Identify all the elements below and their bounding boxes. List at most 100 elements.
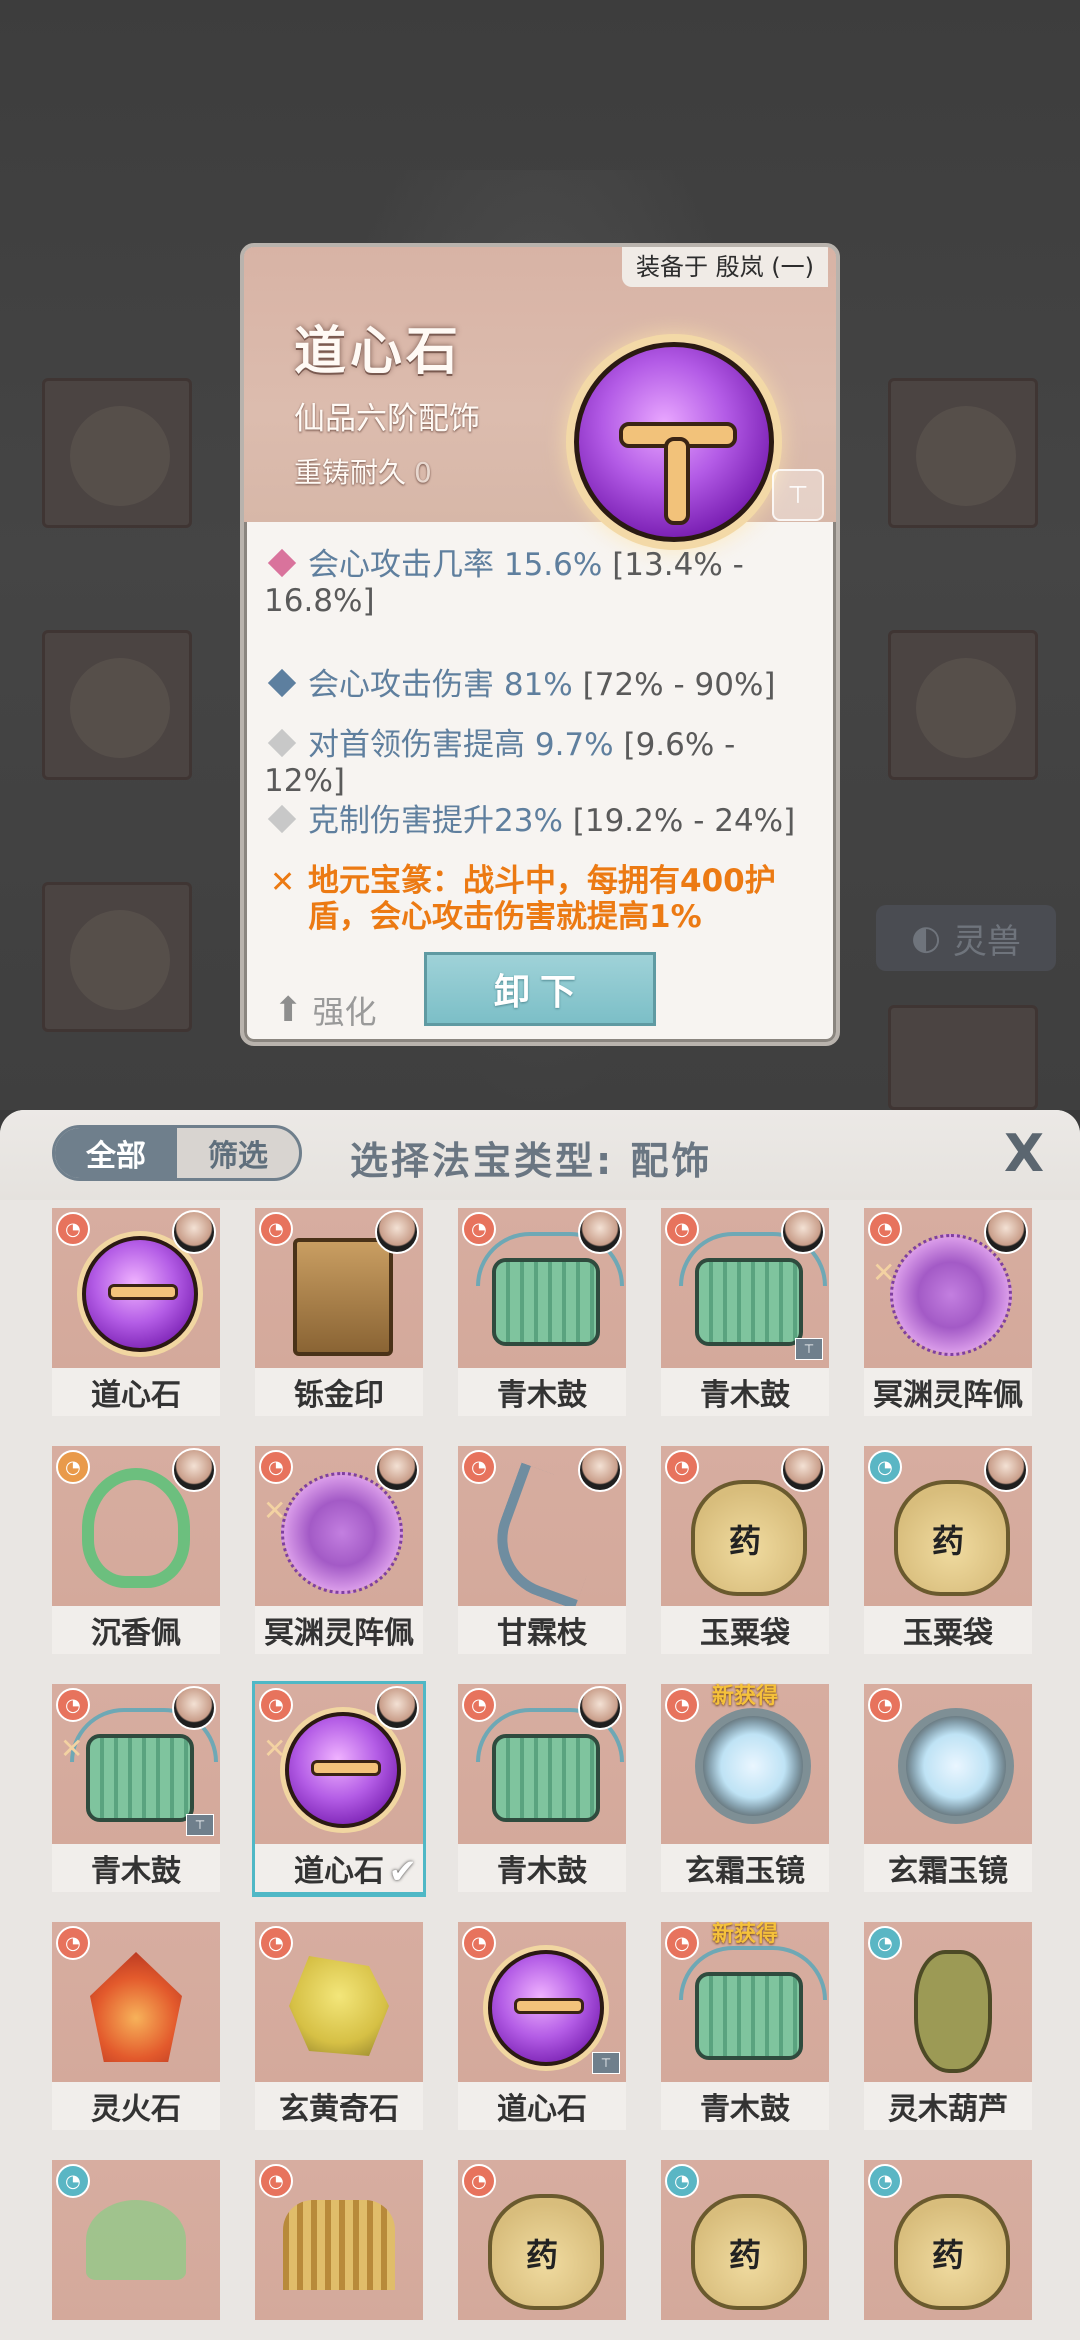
item-tile[interactable]: ◔ 新获得 玄霜玉镜 [661,1684,829,1894]
item-tile[interactable]: ◔ ✕ 冥渊灵阵佩 [255,1446,423,1656]
owner-avatar [781,1448,825,1492]
item-tile[interactable]: ◔ 灵火石 [52,1922,220,2132]
lock-icon[interactable]: ⊤ [772,469,824,521]
set-effect-text: 地元宝篆：战斗中，每拥有400护盾，会心攻击伤害就提高1% [308,863,776,935]
owner-avatar [578,1210,622,1254]
item-name: 道心石 [294,322,463,382]
sack-icon [894,1480,1010,1596]
item-tile[interactable]: ◔ 玄黄奇石 [255,1922,423,2132]
item-label: 灵木葫芦 [864,2082,1032,2130]
rarity-icon: ◔ [259,1212,293,1246]
item-tile[interactable]: ◔ [661,2160,829,2340]
set-bonus-icon: ✕ [60,1732,84,1765]
sack-icon [488,2194,604,2310]
rarity-icon: ◔ [665,1212,699,1246]
item-label: 青木鼓 [458,1844,626,1892]
artifact-select-panel: 全部 筛选 选择法宝类型: 配饰 X ◔ 道心石 ◔ 铄金印 ◔ 青木鼓 ◔ ⊤ 青木鼓 ◔ ✕ 冥渊… [0,1110,1080,2340]
owner-avatar [172,1448,216,1492]
mirror-icon [898,1708,1014,1824]
owner-avatar [781,1210,825,1254]
orb-icon [82,1236,198,1352]
equipped-by-label: 装备于 殷岚 (一) [622,247,828,287]
item-tile[interactable]: ◔ 玉粟袋 [864,1446,1032,1656]
card-header: 装备于 殷岚 (一) 道心石 仙品六阶配饰 重铸耐久 0 ⊤ [244,247,836,542]
panel-title: 选择法宝类型: 配饰 [350,1139,713,1183]
owner-avatar [375,1686,419,1730]
rarity-icon: ◔ [462,1450,496,1484]
rarity-icon: ◔ [259,1450,293,1484]
item-tile[interactable]: ◔ 铄金印 [255,1208,423,1418]
lock-icon: ⊤ [795,1338,823,1360]
item-label: 沉香佩 [52,1606,220,1654]
equipment-slot-accessory-2[interactable] [888,630,1038,780]
rarity-icon: ◔ [462,2164,496,2198]
tab-all[interactable]: 全部 [55,1128,177,1178]
stat-counter-damage: 克制伤害提升23% [19.2% - 24%] [264,803,824,839]
item-label: 青木鼓 [661,2082,829,2130]
item-tile[interactable]: ◔ ⊤ 道心石 [458,1922,626,2132]
pet-icon: ◐ [911,918,941,958]
unequip-button[interactable]: 卸下 [424,952,656,1026]
rarity-icon: ◔ [56,1212,90,1246]
equipment-slot-pet[interactable] [888,1005,1038,1110]
stat-crit-rate: 会心攻击几率 15.6% [13.4% - 16.8%] [264,547,824,619]
item-image-orb-icon [574,342,774,542]
item-tile[interactable]: ◔ ✕ ⊤ 青木鼓 [52,1684,220,1894]
item-tile[interactable]: ◔ ✕ 道心石 ✔ [252,1681,426,1897]
check-icon: ✔ [388,1852,418,1892]
item-tile[interactable]: ◔ 灵木葫芦 [864,1922,1032,2132]
owner-avatar [375,1210,419,1254]
item-tile[interactable]: ◔ ⊤ 青木鼓 [661,1208,829,1418]
pet-tab[interactable]: ◐ 灵兽 [876,905,1056,971]
item-tile[interactable]: ◔ 玉粟袋 [661,1446,829,1656]
tab-filter[interactable]: 筛选 [177,1128,299,1178]
rarity-icon: ◔ [56,1688,90,1722]
owner-avatar [578,1686,622,1730]
item-tile[interactable]: ◔ [864,2160,1032,2340]
equipment-slot-armor[interactable] [42,630,192,780]
item-tile[interactable]: ◔ 沉香佩 [52,1446,220,1656]
item-tile[interactable]: ◔ 玄霜玉镜 [864,1684,1032,1894]
item-tile[interactable]: ◔ [458,2160,626,2340]
set-bonus-icon: ✕ [263,1732,287,1765]
item-tile[interactable]: ◔ ✕ 冥渊灵阵佩 [864,1208,1032,1418]
equipment-slot-accessory-1[interactable] [888,378,1038,528]
item-tile[interactable]: ◔ 甘霖枝 [458,1446,626,1656]
item-tile[interactable]: ◔ 青木鼓 [458,1684,626,1894]
mirror-icon [695,1708,811,1824]
item-label: 青木鼓 [458,1368,626,1416]
stat-name-value: 会心攻击伤害 81% [308,667,573,703]
up-arrow-icon: ⬆ [274,990,303,1030]
rarity-icon: ◔ [868,1212,902,1246]
item-tile[interactable]: ◔ 道心石 [52,1208,220,1418]
upgrade-button[interactable]: ⬆ 强化 [274,987,377,1033]
item-label: 道心石 [458,2082,626,2130]
seal-icon [293,1238,393,1356]
rarity-icon: ◔ [56,1926,90,1960]
stat-name-value: 对首领伤害提高 9.7% [308,727,614,763]
equipment-slot-weapon[interactable] [42,378,192,528]
yellowrock-icon [289,1956,389,2056]
rarity-icon: ◔ [259,1926,293,1960]
drum-icon [70,1708,218,1822]
item-label: 铄金印 [255,1368,423,1416]
owner-avatar [172,1686,216,1730]
item-tile[interactable]: ◔ 新获得 青木鼓 [661,1922,829,2132]
owner-avatar [375,1448,419,1492]
new-badge: 新获得 [711,1922,778,1947]
stat-name-value: 会心攻击几率 15.6% [308,547,603,583]
item-label: 冥渊灵阵佩 [255,1606,423,1654]
panel-header: 全部 筛选 选择法宝类型: 配饰 X [0,1110,1080,1200]
drum-icon [476,1708,624,1822]
item-tile[interactable]: ◔ 青木鼓 [458,1208,626,1418]
equipment-slot-boots[interactable] [42,882,192,1032]
item-label: 玉粟袋 [661,1606,829,1654]
item-tile[interactable]: ◔ [52,2160,220,2340]
set-bonus-icon: ✕ [263,1494,287,1527]
stat-range: [19.2% - 24%] [562,803,796,839]
close-icon[interactable]: X [996,1126,1052,1182]
owner-avatar [172,1210,216,1254]
item-tile[interactable]: ◔ [255,2160,423,2340]
item-label: 玄霜玉镜 [661,1844,829,1892]
coil-icon [283,2200,395,2290]
